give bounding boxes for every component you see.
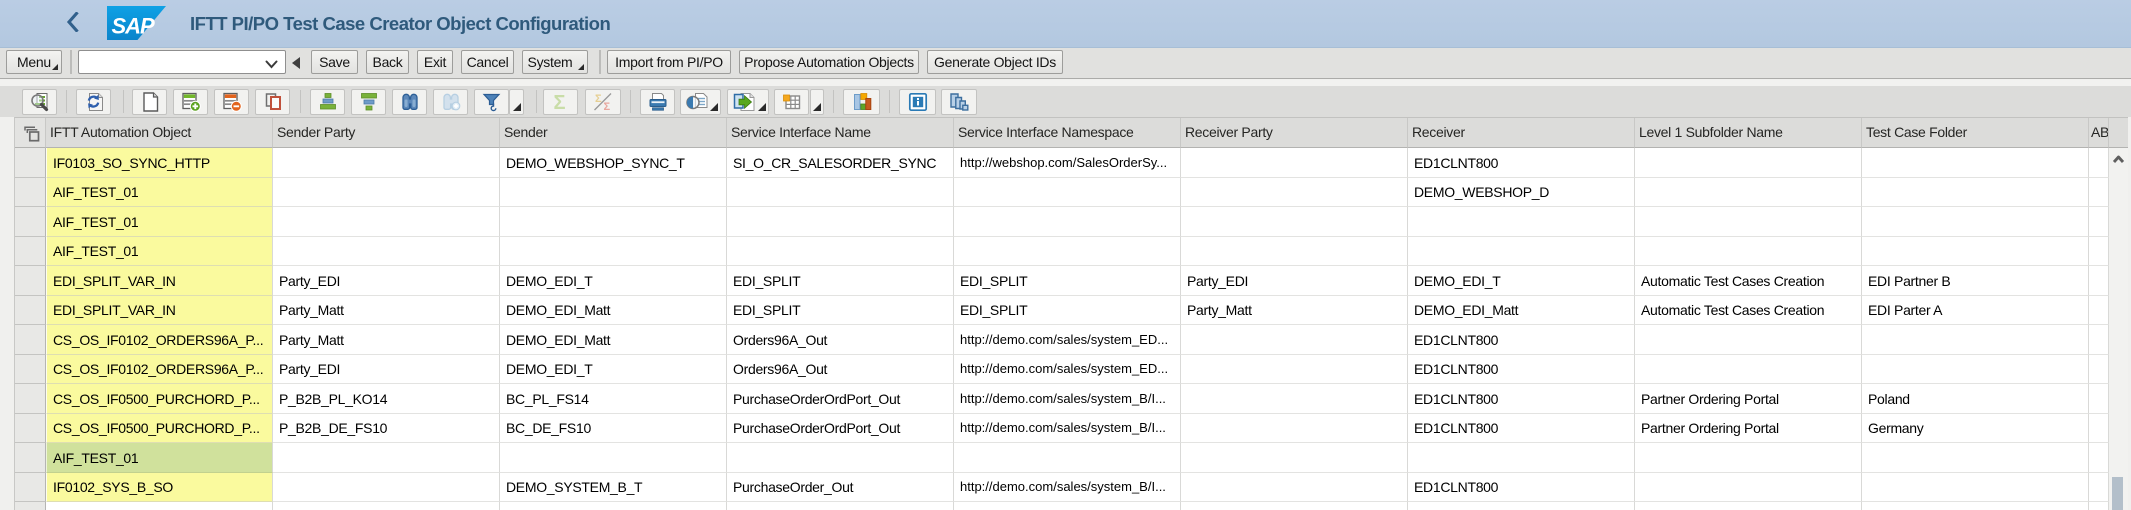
svg-text:SAP: SAP	[112, 14, 156, 39]
svg-text:Σ: Σ	[553, 92, 565, 113]
svg-text:Σ: Σ	[604, 101, 611, 113]
